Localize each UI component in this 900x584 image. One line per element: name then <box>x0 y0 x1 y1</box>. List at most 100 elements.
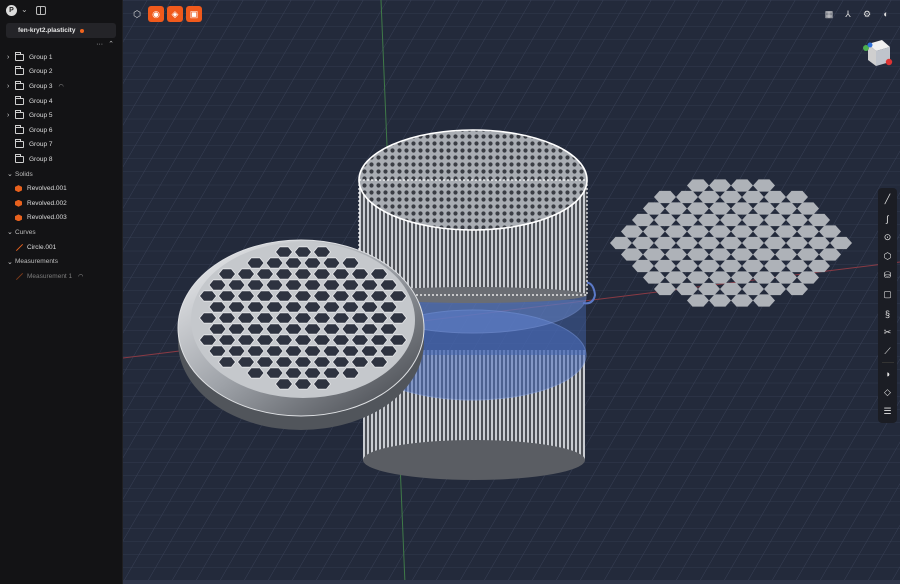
chevron-down-icon[interactable]: ⌄ <box>7 228 15 236</box>
hex-cell <box>331 268 351 280</box>
hex-cell <box>198 290 218 302</box>
trim-icon[interactable]: ✂ <box>879 323 896 342</box>
hex-cell <box>274 378 294 390</box>
group-item[interactable]: › Group 3 ◠ <box>0 79 122 94</box>
hex-cell <box>379 345 398 357</box>
hex-cell <box>293 290 313 302</box>
hex-cell <box>274 268 294 280</box>
expand-icon[interactable]: › <box>7 112 15 119</box>
hex-cell <box>303 323 322 335</box>
hidden-eye-icon[interactable]: ◠ <box>78 273 83 280</box>
group-item[interactable]: Group 6 <box>0 123 122 138</box>
polygon-icon[interactable]: ⬡ <box>879 247 896 266</box>
solid-item[interactable]: Revolved.001 <box>0 181 122 196</box>
edge-mode-icon[interactable]: ◈ <box>167 6 183 22</box>
hex-cell <box>341 279 360 291</box>
group-item[interactable]: Group 4 <box>0 94 122 109</box>
hex-cell <box>360 301 379 313</box>
chevron-down-icon[interactable]: ⌄ <box>21 6 28 14</box>
scene-canvas[interactable] <box>123 0 900 584</box>
rectangle-icon[interactable]: ▢ <box>879 285 896 304</box>
render-mode-icon[interactable]: ◐ <box>878 6 894 22</box>
spiral-icon[interactable]: § <box>879 304 896 323</box>
section-label: Curves <box>15 228 36 236</box>
hex-cell <box>284 257 303 269</box>
hex-cell <box>208 279 227 291</box>
3d-viewport[interactable]: ⬡ ◉ ◈ ▣ ▦ ⅄ ⚙ ◐ ╱ ∫ ⊙ ⬡ ⛁ ▢ § ✂ ⟋ ◑ ◇ ☰ <box>123 0 900 584</box>
chevron-down-icon[interactable]: ⌄ <box>7 170 15 178</box>
folder-icon <box>15 110 24 120</box>
snap-icon[interactable]: ⚙ <box>859 6 875 22</box>
hidden-eye-icon[interactable]: ◠ <box>59 83 64 90</box>
cylinder-icon[interactable]: ⛁ <box>879 266 896 285</box>
folder-icon <box>15 153 24 163</box>
group-item[interactable]: Group 7 <box>0 138 122 153</box>
panel-toggle-icon[interactable] <box>35 5 46 15</box>
curves-section[interactable]: ⌄ Curves <box>0 225 122 240</box>
hex-cell <box>293 356 313 368</box>
select-mode-icon[interactable]: ⬡ <box>129 6 145 22</box>
box-icon[interactable]: ◇ <box>879 383 896 402</box>
hex-cell <box>303 279 322 291</box>
circle-icon[interactable]: ⊙ <box>879 228 896 247</box>
group-item[interactable]: › Group 1 <box>0 50 122 65</box>
solid-label: Revolved.001 <box>27 185 67 193</box>
curve-icon[interactable]: ∫ <box>879 209 896 228</box>
hex-lid-solid[interactable] <box>177 239 425 430</box>
hex-cell <box>312 356 332 368</box>
measurements-section[interactable]: ⌄ Measurements <box>0 254 122 269</box>
vertex-mode-icon[interactable]: ◉ <box>148 6 164 22</box>
hex-cell <box>303 257 322 269</box>
hex-cell <box>227 301 246 313</box>
measurement-label: Measurement 1 <box>27 272 73 280</box>
unsaved-indicator <box>80 28 85 33</box>
fillet-curve-icon[interactable]: ⟋ <box>879 342 896 361</box>
hex-cell <box>284 323 303 335</box>
line-icon[interactable]: ╱ <box>879 190 896 209</box>
hex-cell <box>369 356 389 368</box>
folder-icon <box>15 124 24 134</box>
folder-icon <box>15 51 24 61</box>
face-mode-icon[interactable]: ▣ <box>186 6 202 22</box>
file-name: fen-kryt2.plasticity <box>18 27 76 34</box>
group-item[interactable]: › Group 5 <box>0 108 122 123</box>
group-label: Group 1 <box>29 53 53 61</box>
user-avatar[interactable]: P <box>6 4 17 16</box>
solid-item[interactable]: Revolved.002 <box>0 196 122 211</box>
hex-cell <box>388 312 408 324</box>
more-options-icon[interactable]: ··· <box>96 41 103 48</box>
viewport-options-toolbar: ▦ ⅄ ⚙ ◐ <box>821 6 894 22</box>
hex-cell <box>369 334 389 346</box>
hex-cell <box>360 345 379 357</box>
hex-cell <box>246 279 265 291</box>
group-item[interactable]: Group 8 <box>0 152 122 167</box>
hex-cell <box>265 323 284 335</box>
hex-cell <box>208 301 227 313</box>
file-tab[interactable]: fen-kryt2.plasticity <box>6 23 116 38</box>
expand-icon[interactable]: › <box>7 54 15 61</box>
hex-cell <box>236 356 256 368</box>
solid-item[interactable]: Revolved.003 <box>0 211 122 226</box>
hex-cell <box>236 290 256 302</box>
hex-cell <box>227 345 246 357</box>
boolean-icon[interactable]: ◑ <box>879 364 896 383</box>
group-label: Group 8 <box>29 155 53 163</box>
axes-icon[interactable]: ⅄ <box>840 6 856 22</box>
hex-cell <box>322 367 341 379</box>
chevron-down-icon[interactable]: ⌄ <box>7 258 15 266</box>
hex-cell <box>312 268 332 280</box>
grid-icon[interactable]: ▦ <box>821 6 837 22</box>
measurement-item[interactable]: Measurement 1 ◠ <box>0 269 122 284</box>
group-list: › Group 1 Group 2 › Group 3 ◠ Group 4 › Grou… <box>0 50 122 167</box>
stack-icon[interactable]: ☰ <box>879 402 896 421</box>
group-label: Group 4 <box>29 97 53 105</box>
group-item[interactable]: Group 2 <box>0 65 122 80</box>
expand-icon[interactable]: › <box>7 83 15 90</box>
hex-cell <box>331 290 351 302</box>
curve-item[interactable]: Circle.001 <box>0 240 122 255</box>
view-cube[interactable] <box>860 38 894 72</box>
group-label: Group 2 <box>29 68 53 76</box>
folder-icon <box>15 66 24 76</box>
solids-section[interactable]: ⌄ Solids <box>0 167 122 182</box>
collapse-icon[interactable]: ⌃ <box>108 40 114 48</box>
